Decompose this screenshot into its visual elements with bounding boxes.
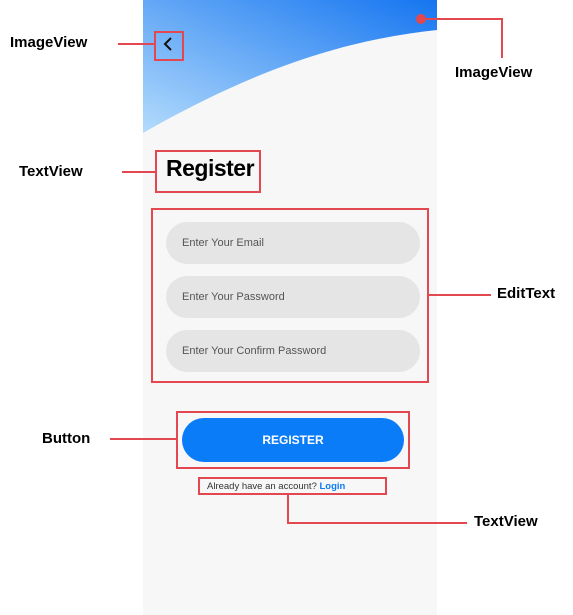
annotation-label-edittext: EditText — [497, 285, 556, 302]
annotation-line-login-v — [287, 495, 289, 523]
annotation-label-textview-title: TextView — [19, 163, 83, 180]
annotation-label-button: Button — [42, 430, 91, 447]
annotation-line-login-h — [287, 522, 467, 524]
annotation-line-back — [118, 43, 154, 45]
header-wave-image — [143, 0, 437, 133]
annotation-label-imageview-right: ImageView — [455, 64, 533, 81]
annotation-box-login — [198, 477, 387, 495]
annotation-line-header-h — [421, 18, 503, 20]
annotation-line-title — [122, 171, 155, 173]
annotation-label-textview-login: TextView — [474, 513, 538, 530]
annotation-line-header-v — [501, 18, 503, 58]
annotation-line-button — [110, 438, 176, 440]
annotation-box-back — [154, 31, 184, 61]
annotation-line-inputs — [429, 294, 491, 296]
annotation-label-imageview-left: ImageView — [10, 34, 88, 51]
annotation-box-title — [155, 150, 261, 193]
annotation-box-inputs — [151, 208, 429, 383]
annotation-box-button — [176, 411, 410, 469]
